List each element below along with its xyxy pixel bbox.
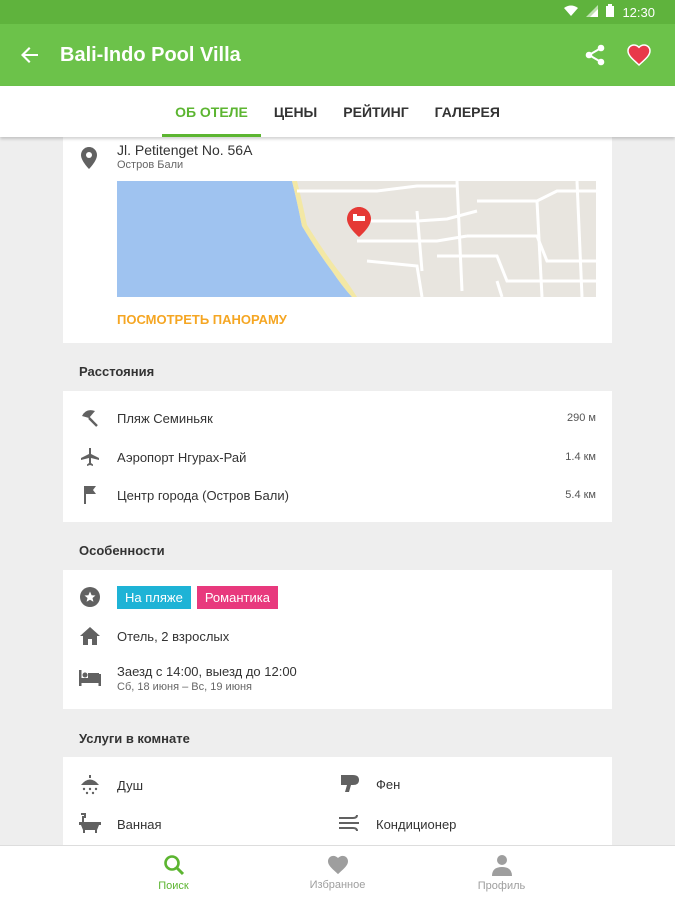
tags-container: На пляже Романтика	[117, 585, 612, 609]
region: Остров Бали	[117, 159, 184, 171]
status-bar: 12:30	[0, 0, 675, 24]
distance-row: Пляж Семиньяк 290 м	[63, 406, 612, 430]
shower-icon	[79, 773, 117, 798]
room-services-title: Услуги в комнате	[79, 731, 190, 746]
battery-icon	[606, 4, 615, 20]
features-title: Особенности	[79, 543, 165, 558]
star-circle-icon	[63, 587, 117, 607]
view-panorama-link[interactable]: ПОСМОТРЕТЬ ПАНОРАМУ	[117, 312, 287, 327]
feature-tags-row: На пляже Романтика	[63, 585, 612, 609]
amenity-item: Ванная	[79, 813, 162, 836]
amenity-label: Фен	[376, 777, 401, 792]
amenity-label: Ванная	[117, 817, 162, 832]
airplane-icon	[63, 447, 117, 467]
tab-about[interactable]: ОБ ОТЕЛЕ	[162, 86, 261, 137]
distance-row: Аэропорт Нгурах-Рай 1.4 км	[63, 445, 612, 469]
tab-bar: ОБ ОТЕЛЕ ЦЕНЫ РЕЙТИНГ ГАЛЕРЕЯ	[0, 86, 675, 137]
air-conditioner-icon	[339, 813, 376, 836]
distance-label: Пляж Семиньяк	[117, 410, 213, 426]
distance-label: Аэропорт Нгурах-Рай	[117, 449, 247, 465]
nav-favorites[interactable]: Избранное	[256, 846, 420, 900]
beach-umbrella-icon	[63, 408, 117, 428]
heart-icon	[627, 44, 651, 66]
distance-label: Центр города (Остров Бали)	[117, 487, 289, 503]
map-hotel-marker-icon	[347, 207, 371, 242]
bathtub-icon	[79, 813, 117, 836]
hotel-type-row: Отель, 2 взрослых	[63, 624, 612, 648]
tab-prices[interactable]: ЦЕНЫ	[261, 86, 330, 137]
room-services-card: Душ Фен Ванная Кондиционер	[63, 757, 612, 845]
search-icon	[163, 855, 184, 876]
share-icon	[585, 44, 605, 66]
tag-beach[interactable]: На пляже	[117, 585, 191, 609]
amenity-item: Фен	[339, 773, 400, 796]
address: Jl. Petitenget No. 56A	[117, 142, 253, 158]
tab-rating[interactable]: РЕЙТИНГ	[330, 86, 421, 137]
nav-search-label: Поиск	[158, 880, 189, 892]
arrow-back-icon	[21, 47, 38, 63]
favorite-button[interactable]	[617, 24, 661, 86]
flag-icon	[63, 485, 117, 505]
bottom-navigation: Поиск Избранное Профиль	[0, 845, 675, 900]
location-pin-icon	[81, 147, 97, 174]
content-scroll[interactable]: Jl. Petitenget No. 56A Остров Бали ПОСМО…	[0, 137, 675, 845]
stay-dates: Сб, 18 июня – Вс, 19 июня	[117, 680, 252, 693]
features-card: На пляже Романтика Отель, 2 взрослых Заез…	[63, 570, 612, 709]
distance-value: 1.4 км	[565, 451, 596, 463]
checkin-times: Заезд с 14:00, выезд до 12:00	[117, 663, 297, 679]
distances-title: Расстояния	[79, 364, 155, 379]
tag-romance[interactable]: Романтика	[196, 585, 278, 609]
distance-value: 5.4 км	[565, 489, 596, 501]
hotel-type: Отель, 2 взрослых	[117, 628, 230, 644]
wifi-icon	[564, 5, 579, 20]
nav-profile[interactable]: Профиль	[420, 846, 584, 900]
app-bar: Bali-Indo Pool Villa	[0, 24, 675, 86]
amenity-label: Кондиционер	[376, 817, 457, 832]
heart-icon	[327, 855, 348, 875]
nav-profile-label: Профиль	[477, 880, 526, 892]
checkin-info: Заезд с 14:00, выезд до 12:00 Сб, 18 июн…	[117, 664, 612, 693]
signal-icon	[586, 4, 599, 20]
distance-row: Центр города (Остров Бали) 5.4 км	[63, 483, 612, 507]
location-map[interactable]	[117, 181, 596, 297]
checkin-row: Заезд с 14:00, выезд до 12:00 Сб, 18 июн…	[63, 660, 612, 696]
bed-icon	[63, 670, 117, 686]
nav-search[interactable]: Поиск	[92, 846, 256, 900]
tab-gallery[interactable]: ГАЛЕРЕЯ	[422, 86, 513, 137]
distance-value: 290 м	[567, 412, 596, 424]
nav-favorites-label: Избранное	[309, 879, 366, 891]
location-card: Jl. Petitenget No. 56A Остров Бали ПОСМО…	[63, 137, 612, 343]
hairdryer-icon	[339, 773, 376, 796]
distances-card: Пляж Семиньяк 290 м Аэропорт Нгурах-Рай …	[63, 391, 612, 522]
person-icon	[491, 855, 512, 876]
share-button[interactable]	[573, 24, 617, 86]
status-time: 12:30	[622, 4, 655, 20]
amenity-item: Кондиционер	[339, 813, 456, 836]
hotel-title: Bali-Indo Pool Villa	[60, 43, 241, 66]
home-icon	[63, 627, 117, 645]
amenity-item: Душ	[79, 773, 143, 798]
back-button[interactable]	[0, 24, 60, 86]
amenity-label: Душ	[117, 778, 144, 793]
